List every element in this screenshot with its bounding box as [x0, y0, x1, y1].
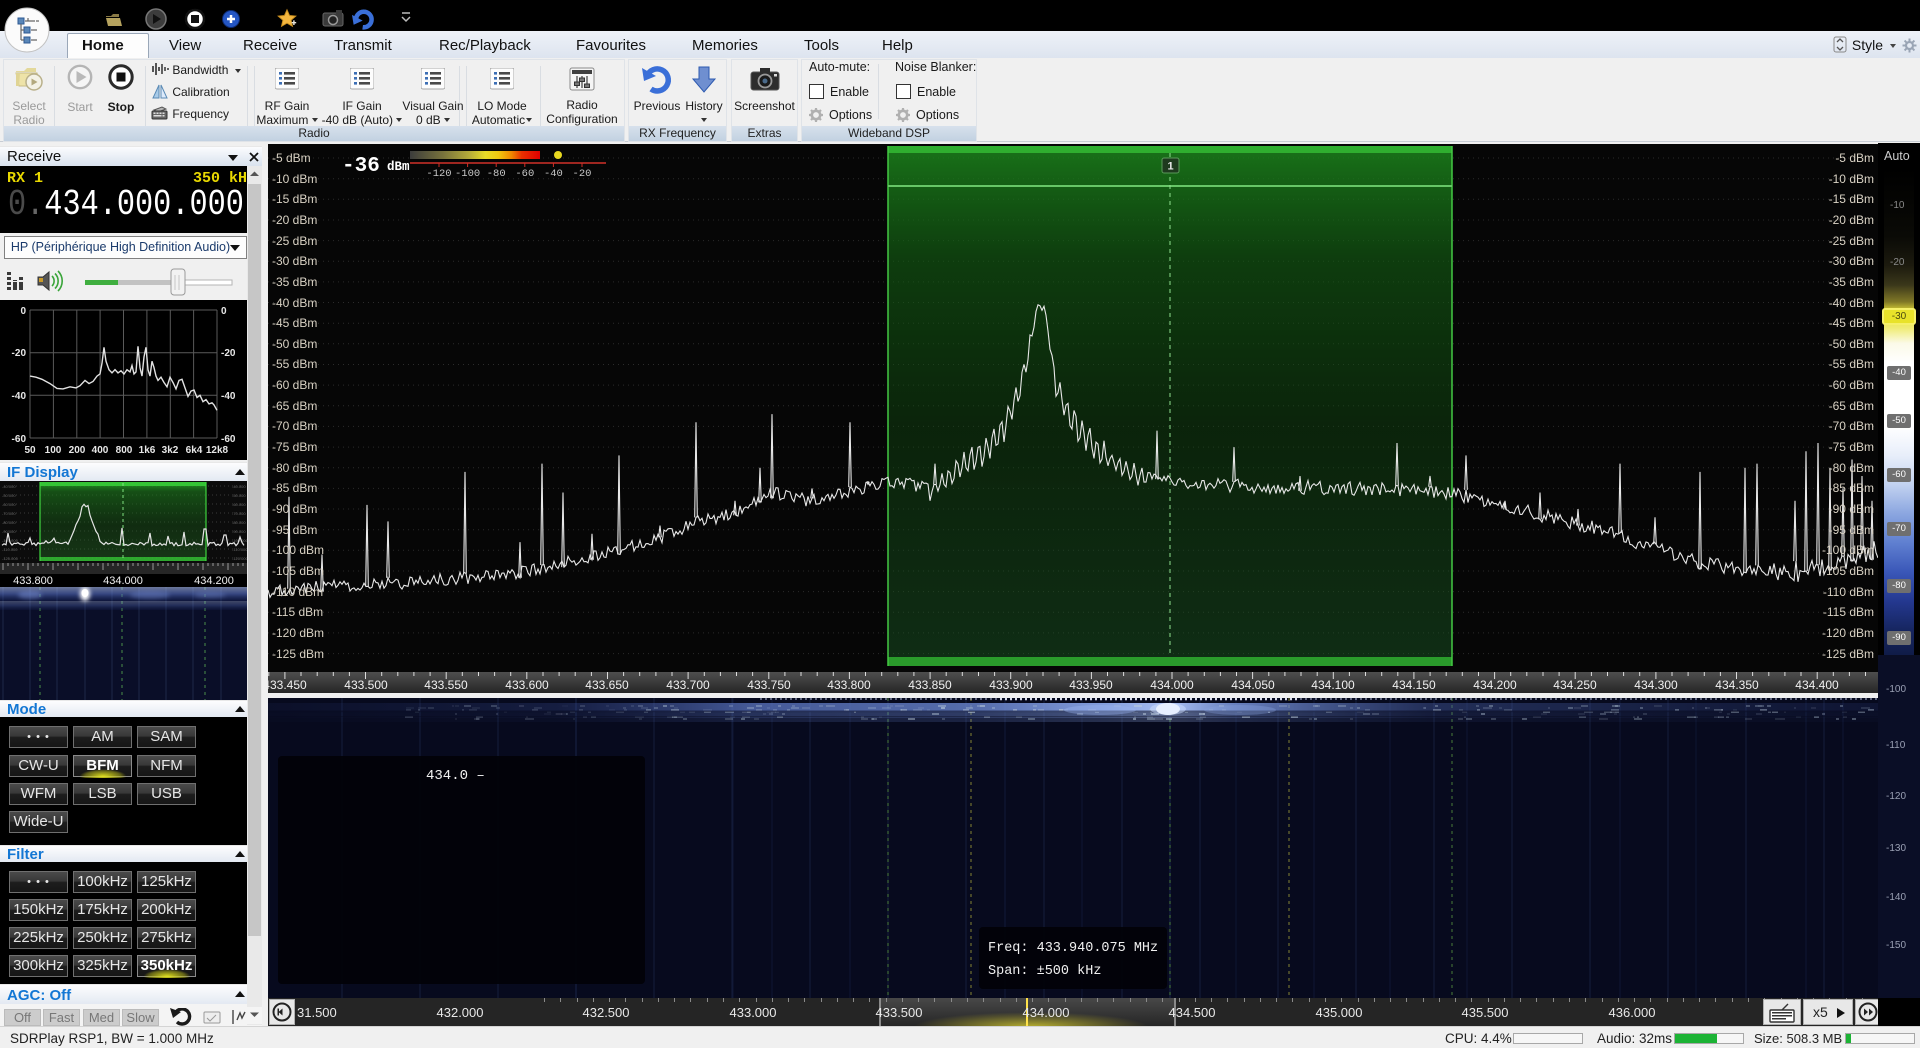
svg-text:-70.000: -70.000: [2, 511, 16, 516]
svg-text:-20: -20: [221, 348, 236, 359]
svg-text:-40: -40: [12, 391, 27, 402]
svg-text:12k8: 12k8: [206, 445, 229, 456]
svg-text:-45 dBm: -45 dBm: [1829, 316, 1874, 330]
svg-text:-90.000: -90.000: [232, 529, 246, 534]
svg-text:-125 dBm: -125 dBm: [272, 647, 324, 661]
svg-text:-60 dBm: -60 dBm: [1829, 378, 1874, 392]
svg-text:-95 dBm: -95 dBm: [1829, 523, 1874, 537]
svg-text:-95 dBm: -95 dBm: [272, 523, 317, 537]
svg-text:-70.000: -70.000: [232, 511, 246, 516]
svg-text:-30 dBm: -30 dBm: [272, 254, 317, 268]
svg-text:-120.000: -120.000: [232, 556, 247, 561]
svg-text:-80 dBm: -80 dBm: [1829, 461, 1874, 475]
svg-text:-36: -36: [342, 155, 380, 178]
svg-text:-40.000: -40.000: [232, 484, 246, 489]
svg-text:-115 dBm: -115 dBm: [1823, 605, 1874, 619]
svg-text:434.0 –: 434.0 –: [426, 768, 485, 784]
svg-text:100: 100: [45, 445, 62, 456]
svg-text:Freq: 433.940.075 MHz: Freq: 433.940.075 MHz: [988, 941, 1158, 956]
svg-text:-80.000: -80.000: [2, 520, 16, 525]
svg-text:-90 dBm: -90 dBm: [272, 502, 317, 516]
svg-text:-110.000: -110.000: [232, 547, 247, 552]
svg-text:-60: -60: [221, 434, 236, 445]
svg-text:-100: -100: [455, 168, 480, 180]
svg-text:-25 dBm: -25 dBm: [272, 234, 317, 248]
svg-text:-110 dBm: -110 dBm: [1823, 585, 1874, 599]
svg-text:1k6: 1k6: [139, 445, 156, 456]
svg-text:-115 dBm: -115 dBm: [272, 605, 323, 619]
svg-text:-80 dBm: -80 dBm: [272, 461, 317, 475]
svg-text:-80.000: -80.000: [232, 520, 246, 525]
svg-text:-35 dBm: -35 dBm: [1829, 275, 1874, 289]
svg-text:434.200: 434.200: [194, 575, 234, 587]
svg-text:3k2: 3k2: [162, 445, 179, 456]
svg-text:200: 200: [69, 445, 86, 456]
svg-text:-100 dBm: -100 dBm: [1822, 543, 1874, 557]
svg-text:0: 0: [20, 306, 26, 317]
svg-text:-75 dBm: -75 dBm: [1829, 440, 1874, 454]
svg-text:-120 dBm: -120 dBm: [1822, 626, 1874, 640]
svg-text:-5 dBm: -5 dBm: [272, 151, 311, 165]
svg-text:-90 dBm: -90 dBm: [1829, 502, 1874, 516]
svg-text:Span: ±500 kHz: Span: ±500 kHz: [988, 964, 1101, 979]
svg-text:0: 0: [221, 306, 227, 317]
svg-text:-50 dBm: -50 dBm: [272, 337, 317, 351]
svg-text:-45 dBm: -45 dBm: [272, 316, 317, 330]
svg-text:-100 dBm: -100 dBm: [272, 543, 324, 557]
svg-text:-20: -20: [573, 168, 592, 180]
svg-text:-80: -80: [487, 168, 506, 180]
svg-text:800: 800: [116, 445, 133, 456]
svg-text:-60.000: -60.000: [2, 502, 16, 507]
svg-text:-105 dBm: -105 dBm: [1822, 564, 1874, 578]
svg-text:-70 dBm: -70 dBm: [1829, 419, 1874, 433]
svg-text:-15 dBm: -15 dBm: [1829, 192, 1874, 206]
svg-text:-85 dBm: -85 dBm: [1829, 481, 1874, 495]
svg-text:-40 dBm: -40 dBm: [1829, 296, 1874, 310]
svg-text:-90.000: -90.000: [2, 529, 16, 534]
svg-text:-60 dBm: -60 dBm: [272, 378, 317, 392]
svg-text:-120 dBm: -120 dBm: [272, 626, 324, 640]
svg-text:-40.000: -40.000: [2, 484, 16, 489]
svg-text:-40 dBm: -40 dBm: [272, 296, 317, 310]
svg-text:-65 dBm: -65 dBm: [272, 399, 317, 413]
svg-text:-120: -120: [426, 168, 451, 180]
svg-text:-85 dBm: -85 dBm: [272, 481, 317, 495]
svg-text:-40: -40: [544, 168, 563, 180]
svg-text:-25 dBm: -25 dBm: [1829, 234, 1874, 248]
svg-text:-75 dBm: -75 dBm: [272, 440, 317, 454]
svg-text:-50.000: -50.000: [2, 493, 16, 498]
svg-text:-125 dBm: -125 dBm: [1822, 647, 1874, 661]
svg-text:-70 dBm: -70 dBm: [272, 419, 317, 433]
svg-text:-5 dBm: -5 dBm: [1835, 151, 1874, 165]
svg-text:-20: -20: [12, 348, 27, 359]
svg-text:-40: -40: [221, 391, 236, 402]
svg-text:-60: -60: [12, 434, 27, 445]
svg-text:-35 dBm: -35 dBm: [272, 275, 317, 289]
svg-text:-55 dBm: -55 dBm: [1829, 357, 1874, 371]
svg-text:-50 dBm: -50 dBm: [1829, 337, 1874, 351]
svg-text:-105 dBm: -105 dBm: [272, 564, 324, 578]
svg-text:50: 50: [24, 445, 36, 456]
svg-text:-15 dBm: -15 dBm: [272, 192, 317, 206]
svg-text:-50.000: -50.000: [232, 493, 246, 498]
svg-text:-110 dBm: -110 dBm: [272, 585, 323, 599]
svg-text:-60.000: -60.000: [232, 502, 246, 507]
svg-text:-55 dBm: -55 dBm: [272, 357, 317, 371]
svg-text:-110.000: -110.000: [2, 547, 18, 552]
svg-text:-10 dBm: -10 dBm: [1829, 172, 1874, 186]
svg-text:-120.000: -120.000: [2, 556, 19, 561]
svg-text:-10 dBm: -10 dBm: [272, 172, 317, 186]
svg-text:433.800: 433.800: [13, 575, 53, 587]
svg-text:1: 1: [1167, 161, 1173, 173]
svg-text:-60: -60: [515, 168, 534, 180]
svg-text:434.000: 434.000: [103, 575, 143, 587]
svg-text:-30 dBm: -30 dBm: [1829, 254, 1874, 268]
svg-text:400: 400: [92, 445, 109, 456]
svg-text:6k4: 6k4: [186, 445, 203, 456]
svg-text:dBm: dBm: [387, 160, 410, 174]
svg-text:-65 dBm: -65 dBm: [1829, 399, 1874, 413]
svg-text:-20 dBm: -20 dBm: [272, 213, 317, 227]
svg-text:-20 dBm: -20 dBm: [1829, 213, 1874, 227]
